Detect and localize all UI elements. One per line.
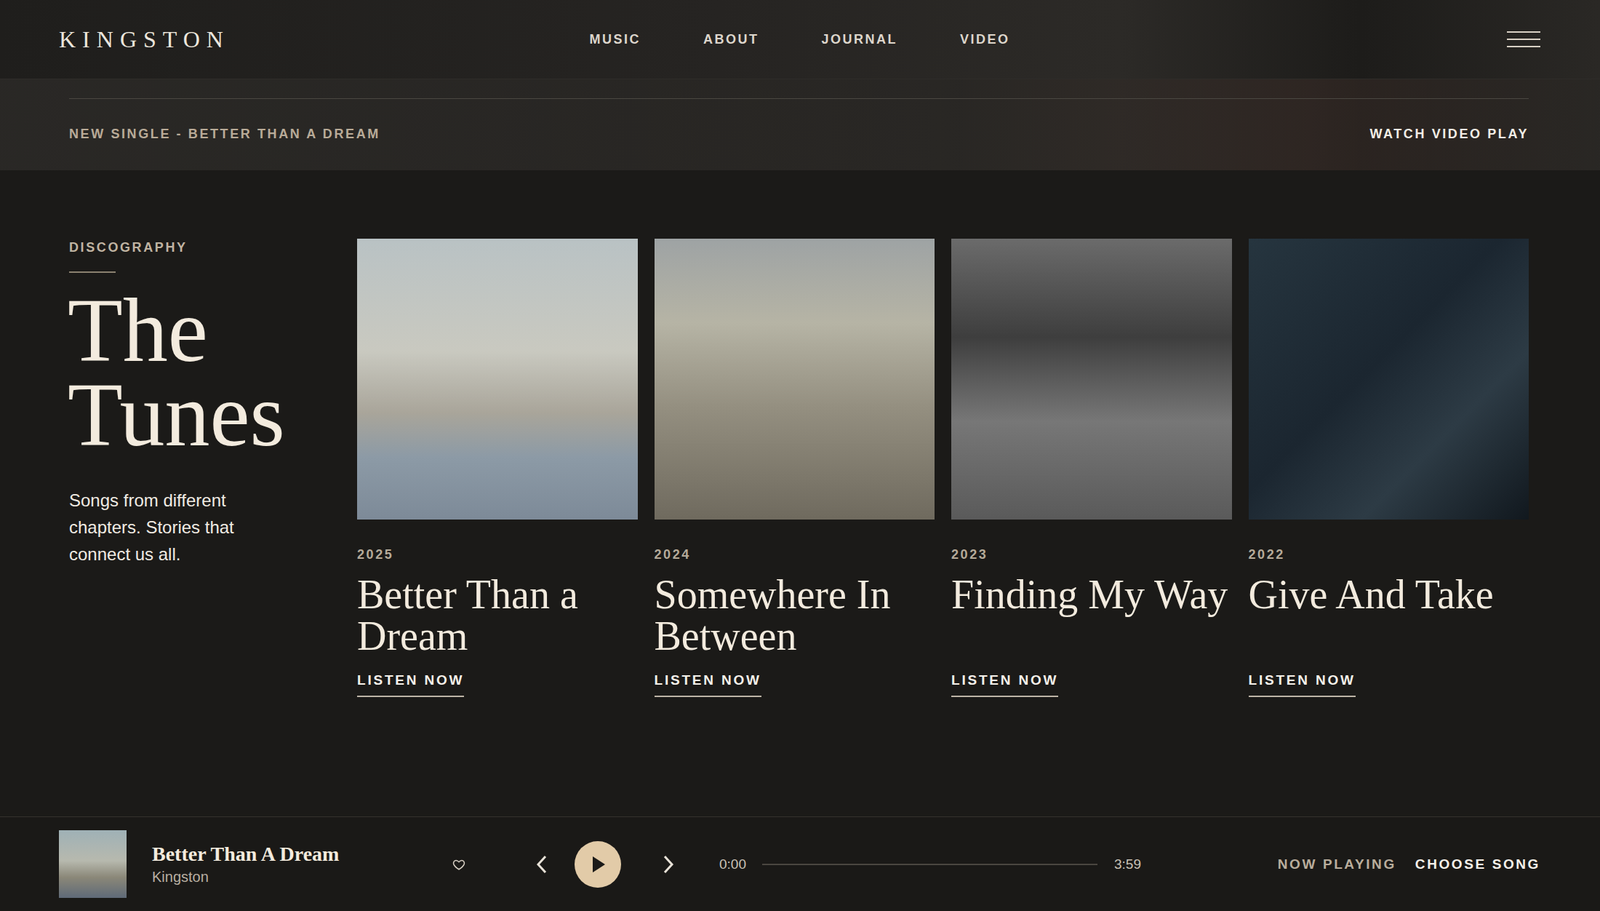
track-artwork (58, 829, 127, 898)
intro: DISCOGRAPHY The Tunes Songs from different… (69, 238, 358, 816)
track-artist: Kingston (152, 868, 453, 886)
section-description: Songs from different chapters. Stories t… (69, 486, 259, 568)
nav-item[interactable]: JOURNAL (821, 32, 898, 48)
play-button[interactable] (574, 840, 622, 888)
album-cover[interactable] (1248, 238, 1530, 520)
play-icon (589, 854, 607, 874)
album-title: Better Than a Dream (357, 573, 638, 657)
previous-icon[interactable] (534, 853, 550, 875)
album-card: 2024 Somewhere In Between LISTEN NOW (654, 238, 936, 816)
main-nav: MUSIC ABOUT JOURNAL VIDEO (589, 32, 1010, 48)
next-icon[interactable] (661, 853, 676, 875)
banner-row: NEW SINGLE - BETTER THAN A DREAM WATCH VI… (69, 98, 1529, 169)
listen-now-link[interactable]: LISTEN NOW (1248, 672, 1356, 697)
album-cover[interactable] (951, 238, 1232, 520)
now-playing-label: NOW PLAYING (1277, 856, 1397, 872)
divider (69, 271, 116, 273)
watch-video-link[interactable]: WATCH VIDEO PLAY (1369, 126, 1529, 142)
album-cover[interactable] (654, 238, 936, 520)
audio-player: Better Than A Dream Kingston 0:00 3:59 NOW P… (0, 816, 1600, 911)
album-year: 2025 (357, 546, 638, 563)
announcement-banner: NEW SINGLE - BETTER THAN A DREAM WATCH VI… (0, 79, 1600, 171)
discography-section: DISCOGRAPHY The Tunes Songs from different… (0, 170, 1600, 816)
duration: 3:59 (1114, 856, 1142, 872)
album-grid: 2025 Better Than a Dream LISTEN NOW 2024 Som… (357, 238, 1529, 816)
heart-icon[interactable] (452, 857, 466, 871)
track-info: Better Than A Dream Kingston (152, 842, 453, 886)
album-year: 2024 (654, 546, 936, 563)
site-header: KINGSTONMUSIC ABOUT JOURNAL VIDEO (0, 0, 1600, 80)
album-year: 2022 (1248, 546, 1530, 563)
album-card: 2023 Finding My Way LISTEN NOW (951, 238, 1232, 816)
logo[interactable]: KINGSTON (58, 26, 590, 54)
album-card: 2022 Give And Take LISTEN NOW (1248, 238, 1530, 816)
section-label: DISCOGRAPHY (69, 238, 343, 256)
nav-item[interactable]: MUSIC (589, 32, 641, 48)
album-card: 2025 Better Than a Dream LISTEN NOW (357, 238, 638, 816)
section-title: The Tunes (67, 288, 343, 458)
album-year: 2023 (951, 546, 1232, 563)
nav-item[interactable]: ABOUT (703, 32, 760, 48)
divider (69, 98, 1529, 99)
elapsed-time: 0:00 (719, 856, 747, 872)
menu-icon[interactable] (1506, 31, 1541, 48)
listen-now-link[interactable]: LISTEN NOW (951, 672, 1059, 697)
listen-now-link[interactable]: LISTEN NOW (357, 672, 464, 697)
choose-song-link[interactable]: CHOOSE SONG (1415, 856, 1541, 872)
top-area: KINGSTONMUSIC ABOUT JOURNAL VIDEO NEW SINGLE… (0, 0, 1600, 171)
album-title: Finding My Way (951, 573, 1232, 657)
track-title: Better Than A Dream (152, 842, 453, 866)
player-links: NOW PLAYING CHOOSE SONG (1277, 856, 1541, 872)
album-cover[interactable] (357, 238, 638, 520)
announcement: NEW SINGLE - BETTER THAN A DREAM (69, 126, 381, 142)
listen-now-link[interactable]: LISTEN NOW (654, 672, 762, 697)
nav-item[interactable]: VIDEO (960, 32, 1011, 48)
album-title: Somewhere In Between (654, 573, 936, 657)
progress-track[interactable] (762, 863, 1098, 865)
album-title: Give And Take (1248, 573, 1530, 657)
